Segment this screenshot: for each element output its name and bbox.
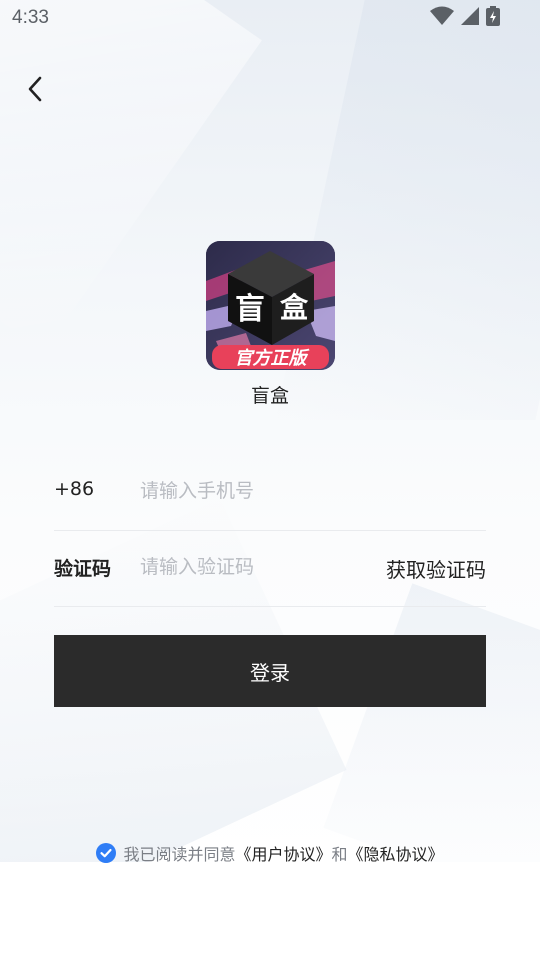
country-code[interactable]: +86	[54, 478, 94, 500]
back-button[interactable]	[18, 74, 52, 108]
code-row: 验证码 获取验证码	[54, 530, 486, 607]
get-code-button[interactable]: 获取验证码	[386, 554, 486, 583]
agreement-prefix: 我已阅读并同意	[123, 845, 236, 864]
app-logo: 盲 盒 官方正版	[206, 241, 335, 370]
logo-char-1: 盲	[235, 292, 265, 327]
phone-input[interactable]	[140, 474, 350, 508]
agreement-and: 和	[331, 845, 348, 864]
user-agreement-link[interactable]: 《用户协议》	[235, 841, 331, 865]
signal-icon	[460, 6, 480, 30]
status-icons	[430, 6, 500, 30]
logo-char-2: 盒	[279, 291, 309, 324]
status-bar: 4:33	[0, 0, 540, 36]
code-label: 验证码	[54, 558, 112, 580]
verification-code-input[interactable]	[140, 550, 350, 584]
check-circle-icon[interactable]	[96, 843, 117, 863]
wifi-icon	[430, 6, 454, 30]
logo-banner-text: 官方正版	[235, 348, 311, 369]
battery-icon	[486, 6, 500, 30]
login-button[interactable]: 登录	[54, 635, 486, 707]
status-time: 4:33	[12, 7, 49, 28]
phone-row: +86	[54, 454, 486, 531]
chevron-left-icon	[27, 76, 43, 106]
agreement: 我已阅读并同意 《用户协议》 和 《隐私协议》	[0, 841, 540, 865]
privacy-policy-link[interactable]: 《隐私协议》	[348, 841, 444, 865]
app-name: 盲盒	[250, 385, 289, 407]
